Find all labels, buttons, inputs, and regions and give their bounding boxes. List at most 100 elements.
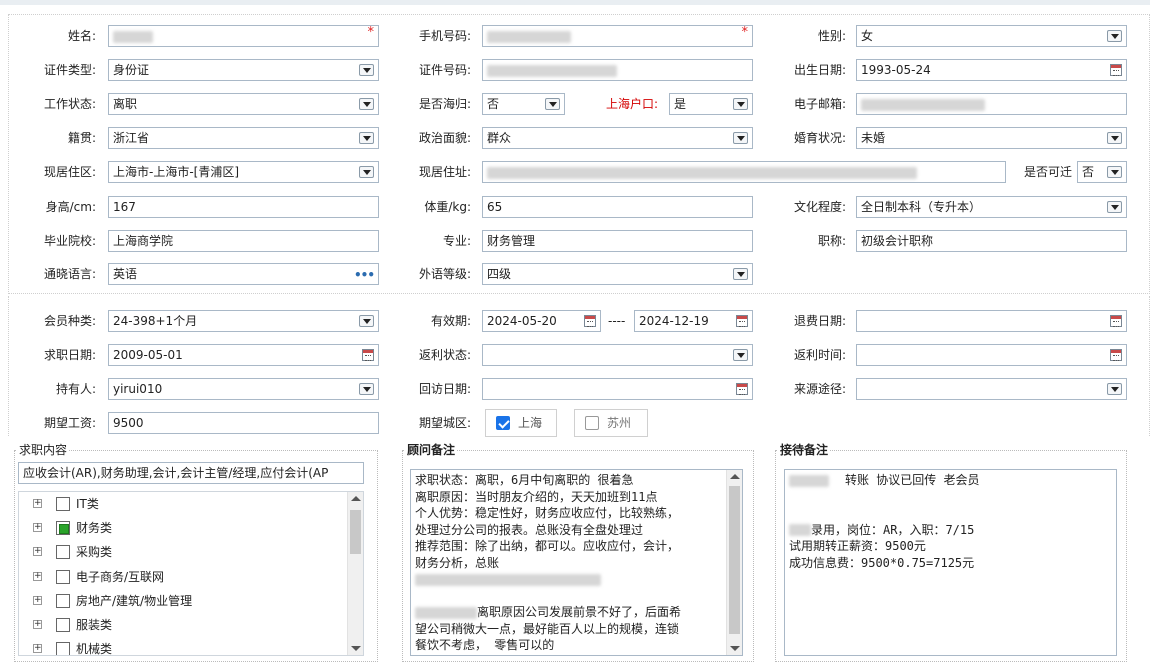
- address-field[interactable]: [482, 161, 1006, 183]
- calendar-icon[interactable]: [1110, 315, 1122, 327]
- expand-plus-icon[interactable]: +: [33, 499, 42, 508]
- relocate-select[interactable]: 否: [1077, 161, 1127, 183]
- note-line: 转账 协议已回传 老会员: [789, 472, 1112, 489]
- shanghai-hukou-select[interactable]: 是: [669, 93, 753, 115]
- expand-plus-icon[interactable]: +: [33, 644, 42, 653]
- marital-select[interactable]: 未婚: [856, 127, 1127, 149]
- dropdown-arrow-icon[interactable]: [1107, 30, 1122, 42]
- title-field[interactable]: 初级会计职称: [856, 230, 1127, 252]
- scroll-thumb[interactable]: [350, 510, 361, 554]
- dropdown-arrow-icon[interactable]: [359, 64, 374, 76]
- scroll-thumb[interactable]: [729, 486, 740, 634]
- checkbox-icon[interactable]: [56, 594, 70, 608]
- mobile-field[interactable]: *: [482, 25, 753, 47]
- expand-plus-icon[interactable]: +: [33, 547, 42, 556]
- work-status-select[interactable]: 离职: [108, 93, 379, 115]
- checkbox-icon[interactable]: [56, 618, 70, 632]
- political-select[interactable]: 群众: [482, 127, 753, 149]
- tree-item-apparel[interactable]: + 服装类: [19, 613, 349, 637]
- job-content-summary[interactable]: 应收会计(AR),财务助理,会计,会计主管/经理,应付会计(AP: [18, 462, 364, 484]
- checkbox-icon[interactable]: [56, 642, 70, 655]
- work-status-value: 离职: [113, 97, 138, 111]
- expand-plus-icon[interactable]: +: [33, 572, 42, 581]
- school-field[interactable]: 上海商学院: [108, 230, 379, 252]
- calendar-icon[interactable]: [362, 349, 374, 361]
- holder-select[interactable]: yirui010: [108, 378, 379, 400]
- dropdown-arrow-icon[interactable]: [359, 98, 374, 110]
- name-field[interactable]: *: [108, 25, 379, 47]
- calendar-icon[interactable]: [736, 315, 748, 327]
- dropdown-arrow-icon[interactable]: [733, 349, 748, 361]
- calendar-icon[interactable]: [1110, 349, 1122, 361]
- tree-item-purchasing[interactable]: + 采购类: [19, 540, 349, 564]
- dropdown-arrow-icon[interactable]: [359, 383, 374, 395]
- rebate-status-select[interactable]: [482, 344, 753, 366]
- language-field[interactable]: 英语 •••: [108, 263, 379, 285]
- city-option-shanghai[interactable]: 上海: [485, 409, 557, 437]
- expand-plus-icon[interactable]: +: [33, 620, 42, 629]
- returnee-select[interactable]: 否: [482, 93, 565, 115]
- tree-item-realestate[interactable]: + 房地产/建筑/物业管理: [19, 589, 349, 613]
- checkbox-icon[interactable]: [585, 416, 599, 430]
- dropdown-arrow-icon[interactable]: [545, 98, 560, 110]
- reception-notes-textarea[interactable]: 转账 协议已回传 老会员 录用，岗位：AR，入职：7/15 试用期转正薪资：95…: [784, 469, 1117, 656]
- checkbox-checked-icon[interactable]: [496, 416, 510, 430]
- ellipsis-icon[interactable]: •••: [354, 265, 375, 284]
- scroll-down-icon[interactable]: [351, 646, 361, 651]
- residence-area-select[interactable]: 上海市-上海市-[青浦区]: [108, 161, 379, 183]
- tree-item-ecommerce[interactable]: + 电子商务/互联网: [19, 565, 349, 589]
- dropdown-arrow-icon[interactable]: [1107, 201, 1122, 213]
- tree-item-machinery[interactable]: + 机械类: [19, 637, 349, 655]
- expand-plus-icon[interactable]: +: [33, 523, 42, 532]
- tree-item-finance[interactable]: + 财务类: [19, 516, 349, 540]
- calendar-icon[interactable]: [584, 315, 596, 327]
- checkbox-icon[interactable]: [56, 570, 70, 584]
- refund-date-field[interactable]: [856, 310, 1127, 332]
- major-field[interactable]: 财务管理: [482, 230, 753, 252]
- tree-item-it[interactable]: + IT类: [19, 492, 349, 516]
- dropdown-arrow-icon[interactable]: [359, 132, 374, 144]
- gender-select[interactable]: 女: [856, 25, 1127, 47]
- valid-start-field[interactable]: 2024-05-20: [482, 310, 601, 332]
- checkbox-icon[interactable]: [56, 497, 70, 511]
- note-line: 成功信息费：9500*0.75=7125元: [789, 555, 975, 570]
- scroll-down-icon[interactable]: [730, 646, 740, 651]
- calendar-icon[interactable]: [736, 383, 748, 395]
- dropdown-arrow-icon[interactable]: [359, 315, 374, 327]
- calendar-icon[interactable]: [1110, 64, 1122, 76]
- notes-scrollbar[interactable]: [726, 470, 742, 655]
- member-type-select[interactable]: 24-398+1个月: [108, 310, 379, 332]
- dropdown-arrow-icon[interactable]: [359, 166, 374, 178]
- city-option-suzhou[interactable]: 苏州: [574, 409, 648, 437]
- dropdown-arrow-icon[interactable]: [733, 268, 748, 280]
- valid-end-field[interactable]: 2024-12-19: [634, 310, 753, 332]
- height-field[interactable]: 167: [108, 196, 379, 218]
- native-place-select[interactable]: 浙江省: [108, 127, 379, 149]
- dropdown-arrow-icon[interactable]: [1107, 166, 1122, 178]
- scroll-up-icon[interactable]: [351, 496, 361, 501]
- rebate-time-field[interactable]: [856, 344, 1127, 366]
- consultant-notes-textarea[interactable]: 求职状态：离职，6月中旬离职的 很着急 离职原因：当时朋友介绍的，天天加班到11…: [410, 469, 743, 656]
- scroll-up-icon[interactable]: [730, 474, 740, 479]
- education-select[interactable]: 全日制本科（专升本）: [856, 196, 1127, 218]
- id-type-select[interactable]: 身份证: [108, 59, 379, 81]
- dropdown-arrow-icon[interactable]: [733, 98, 748, 110]
- note-line: 财务分析，总账: [415, 555, 500, 570]
- expected-salary-field[interactable]: 9500: [108, 412, 379, 434]
- checkbox-checked-icon[interactable]: [56, 521, 70, 535]
- birth-date-field[interactable]: 1993-05-24: [856, 59, 1127, 81]
- job-date-field[interactable]: 2009-05-01: [108, 344, 379, 366]
- note-line: 求职状态：离职，6月中旬离职的 很着急: [415, 473, 634, 487]
- id-number-field[interactable]: [482, 59, 753, 81]
- tree-scrollbar[interactable]: [347, 492, 363, 655]
- weight-field[interactable]: 65: [482, 196, 753, 218]
- language-level-select[interactable]: 四级: [482, 263, 753, 285]
- expand-plus-icon[interactable]: +: [33, 596, 42, 605]
- source-select[interactable]: [856, 378, 1127, 400]
- dropdown-arrow-icon[interactable]: [1107, 383, 1122, 395]
- email-field[interactable]: [856, 93, 1127, 115]
- dropdown-arrow-icon[interactable]: [733, 132, 748, 144]
- checkbox-icon[interactable]: [56, 545, 70, 559]
- dropdown-arrow-icon[interactable]: [1107, 132, 1122, 144]
- revisit-date-field[interactable]: [482, 378, 753, 400]
